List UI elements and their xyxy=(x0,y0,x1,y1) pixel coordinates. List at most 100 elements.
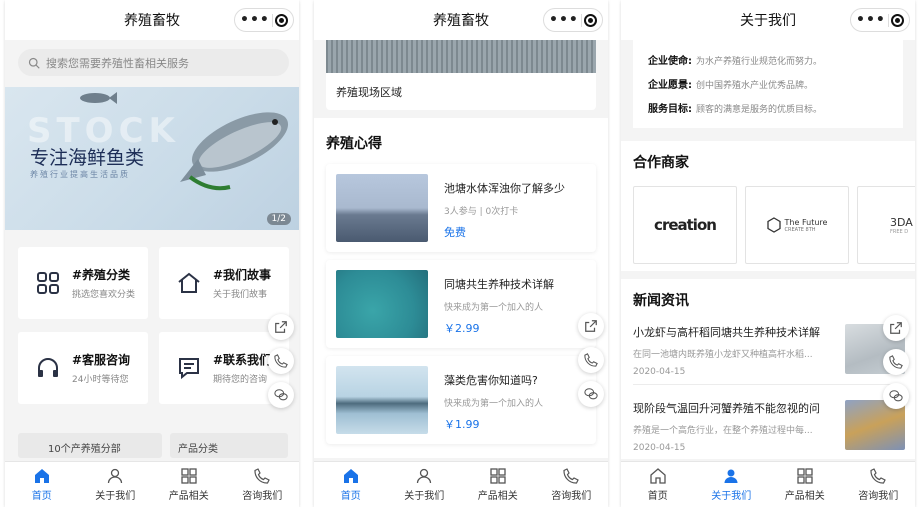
item-title: 池塘水体浑浊你了解多少 xyxy=(444,182,565,195)
tab-home[interactable]: 首页 xyxy=(314,462,388,507)
banner-carousel[interactable]: STOCK 专注海鲜鱼类 养殖行业提高生活品质 1/2 xyxy=(5,87,299,230)
tab-contact[interactable]: 咨询我们 xyxy=(226,462,300,507)
search-icon xyxy=(28,57,40,69)
page-title: 关于我们 xyxy=(740,13,796,29)
tab-products[interactable]: 产品相关 xyxy=(461,462,535,507)
share-button[interactable] xyxy=(578,313,604,339)
promo-card[interactable]: 10个产养殖分部 xyxy=(18,433,162,458)
tab-label: 首页 xyxy=(647,490,668,502)
item-thumbnail xyxy=(336,366,428,434)
item-thumbnail xyxy=(336,174,428,242)
grid-item-service[interactable]: #客服咨询 24小时等待您 xyxy=(18,332,148,404)
user-icon xyxy=(724,469,738,483)
tab-label: 关于我们 xyxy=(404,490,445,502)
news-title: 新闻资讯 xyxy=(633,293,689,309)
tab-products[interactable]: 产品相关 xyxy=(768,462,842,507)
tab-contact[interactable]: 咨询我们 xyxy=(842,462,916,507)
partner-card[interactable]: creation xyxy=(633,186,737,264)
tab-label: 关于我们 xyxy=(95,490,136,502)
capsule-divider xyxy=(887,13,889,27)
item-price: ￥1.99 xyxy=(444,418,480,431)
partners-title: 合作商家 xyxy=(633,155,689,171)
phone-icon xyxy=(274,354,288,368)
tab-label: 咨询我们 xyxy=(858,490,899,502)
hexagon-logo-icon xyxy=(766,217,781,233)
phone-tab-icon xyxy=(254,467,271,484)
tab-about[interactable]: 关于我们 xyxy=(79,462,153,507)
products-icon xyxy=(181,467,197,484)
miniapp-capsule[interactable]: ••• xyxy=(543,8,603,32)
about-label: 服务目标: xyxy=(648,104,692,115)
nav-bar: 关于我们 ••• xyxy=(621,0,915,40)
tab-label: 咨询我们 xyxy=(242,490,283,502)
user-icon xyxy=(417,468,432,483)
products-icon xyxy=(797,467,813,484)
item-price: 免费 xyxy=(444,226,466,239)
nav-bar: 养殖畜牧 ••• xyxy=(314,0,608,40)
wechat-button[interactable] xyxy=(268,382,294,408)
close-target-icon[interactable] xyxy=(274,13,288,27)
tab-bar: 首页 关于我们 产品相关 咨询我们 xyxy=(621,461,915,507)
home-tab-icon xyxy=(650,467,666,484)
banner-indicator: 1/2 xyxy=(266,213,291,225)
item-meta: 快来成为第一个加入的人 xyxy=(444,399,544,409)
phone-button[interactable] xyxy=(268,348,294,374)
list-item[interactable]: 池塘水体浑浊你了解多少 3人参与 | 0次打卡 免费 xyxy=(326,164,596,252)
tab-home[interactable]: 首页 xyxy=(621,462,695,507)
about-label: 企业使命: xyxy=(648,56,692,67)
home-screen: 养殖畜牧 ••• 搜索您需要养殖性畜相关服务 STOCK 专注海鲜鱼类 养殖行业… xyxy=(5,0,299,507)
wechat-button[interactable] xyxy=(883,383,909,409)
phone-button[interactable] xyxy=(883,349,909,375)
section-title: 养殖心得 xyxy=(326,136,382,152)
grid-item-desc: 期待您的咨询 xyxy=(213,375,268,385)
phone-button[interactable] xyxy=(578,347,604,373)
tab-about[interactable]: 关于我们 xyxy=(388,462,462,507)
home-tab-icon xyxy=(34,468,49,483)
tab-label: 首页 xyxy=(340,490,361,502)
grid-item-category[interactable]: #养殖分类 挑选您喜欢分类 xyxy=(18,247,148,319)
tab-about[interactable]: 关于我们 xyxy=(695,462,769,507)
share-button[interactable] xyxy=(268,314,294,340)
grid-item-story[interactable]: #我们故事 关于我们故事 xyxy=(159,247,289,319)
news-item[interactable]: 现阶段气温回升河蟹养殖不能忽视的问 养殖是一个高危行业，在整个养殖过程中每...… xyxy=(633,400,905,468)
share-button[interactable] xyxy=(883,315,909,341)
site-caption: 养殖现场区域 xyxy=(336,86,402,99)
tab-products[interactable]: 产品相关 xyxy=(152,462,226,507)
more-icon[interactable]: ••• xyxy=(549,13,579,27)
wechat-button[interactable] xyxy=(578,381,604,407)
list-item[interactable]: 同塘共生养种技术详解 快来成为第一个加入的人 ￥2.99 xyxy=(326,260,596,348)
about-row: 企业使命: 为水产养殖行业规范化而努力。 xyxy=(648,52,903,67)
miniapp-capsule[interactable]: ••• xyxy=(850,8,910,32)
site-card[interactable]: 养殖现场区域 xyxy=(326,28,596,110)
grid-item-desc: 24小时等待您 xyxy=(72,375,129,385)
more-icon[interactable]: ••• xyxy=(240,13,270,27)
tab-label: 关于我们 xyxy=(711,490,752,502)
list-item[interactable]: 藻类危害你知道吗? 快来成为第一个加入的人 ￥1.99 xyxy=(326,356,596,444)
capsule-divider xyxy=(580,13,582,27)
partner-card[interactable]: The Future CREATE 8TH xyxy=(745,186,849,264)
news-item[interactable]: 小龙虾与高杆稻同塘共生养种技术详解 在同一池塘内既养殖小龙虾又种植高杆水稻...… xyxy=(633,324,905,392)
item-thumbnail xyxy=(336,270,428,338)
grid-item-title: #客服咨询 xyxy=(72,353,131,367)
share-icon xyxy=(275,321,287,333)
tab-label: 咨询我们 xyxy=(551,490,592,502)
products-icon xyxy=(490,467,506,484)
search-input[interactable]: 搜索您需要养殖性畜相关服务 xyxy=(18,49,289,76)
share-icon xyxy=(890,322,902,334)
tab-contact[interactable]: 咨询我们 xyxy=(535,462,609,507)
grid-icon xyxy=(37,272,59,294)
about-value: 创中国养殖水产业优秀品牌。 xyxy=(696,81,814,91)
grid-item-title: #联系我们 xyxy=(213,353,272,367)
news-item-desc: 养殖是一个高危行业，在整个养殖过程中每... xyxy=(633,426,813,436)
tab-bar: 首页 关于我们 产品相关 咨询我们 xyxy=(5,461,299,507)
tab-home[interactable]: 首页 xyxy=(5,462,79,507)
tab-label: 产品相关 xyxy=(784,490,825,502)
close-target-icon[interactable] xyxy=(583,13,597,27)
more-icon[interactable]: ••• xyxy=(856,13,886,27)
close-target-icon[interactable] xyxy=(890,13,904,27)
nav-bar: 养殖畜牧 ••• xyxy=(5,0,299,40)
promo-card[interactable]: 产品分类 xyxy=(170,433,288,458)
partner-logo-text: 3DA xyxy=(890,215,913,229)
miniapp-capsule[interactable]: ••• xyxy=(234,8,294,32)
partner-card[interactable]: 3DA FREE D xyxy=(857,186,915,264)
